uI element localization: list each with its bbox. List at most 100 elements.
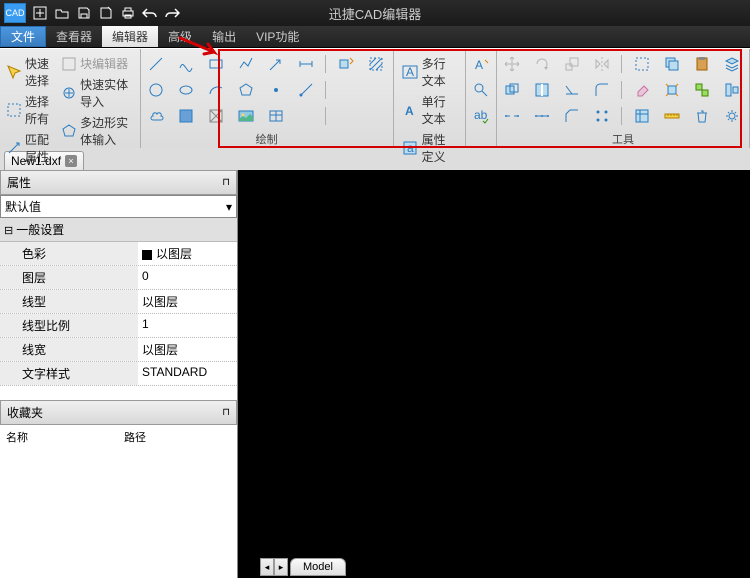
- tool-mirror[interactable]: [591, 53, 613, 75]
- tool-arrow[interactable]: [265, 53, 287, 75]
- cmd-stext[interactable]: A单行文本: [402, 93, 457, 127]
- prop-value[interactable]: 以图层: [138, 338, 237, 361]
- tool-settings[interactable]: [721, 105, 743, 127]
- qat-saveas[interactable]: [95, 3, 117, 23]
- props-header: 属性 ⊓: [0, 170, 237, 195]
- cmd-match-props[interactable]: 匹配属性: [6, 131, 53, 165]
- app-logo[interactable]: CAD: [4, 3, 26, 23]
- fav-col-path[interactable]: 路径: [118, 425, 152, 449]
- pin-icon[interactable]: ⊓: [222, 407, 230, 418]
- tool-block-insert[interactable]: [335, 53, 357, 75]
- tool-trim[interactable]: [531, 79, 553, 101]
- prop-value[interactable]: 0: [138, 266, 237, 289]
- tool-scale[interactable]: [561, 53, 583, 75]
- fav-list: [0, 449, 237, 578]
- tool-offset[interactable]: [501, 79, 523, 101]
- menu-viewer[interactable]: 查看器: [46, 26, 102, 47]
- prop-row[interactable]: 色彩以图层: [0, 242, 237, 266]
- qat-open[interactable]: [51, 3, 73, 23]
- prop-row[interactable]: 文字样式STANDARD: [0, 362, 237, 386]
- tool-copy-clip[interactable]: [661, 53, 683, 75]
- tool-paste-clip[interactable]: [691, 53, 713, 75]
- cmd-attdef[interactable]: a属性定义: [402, 131, 457, 165]
- tool-circle[interactable]: [145, 79, 167, 101]
- tool-revcloud[interactable]: [145, 105, 167, 127]
- panel-caption-draw: 绘制: [141, 131, 393, 149]
- menu-editor[interactable]: 编辑器: [102, 26, 158, 47]
- model-tab[interactable]: Model: [290, 558, 346, 576]
- tool-ray[interactable]: [295, 79, 317, 101]
- tool-rotate[interactable]: [531, 53, 553, 75]
- tool-extend[interactable]: [561, 79, 583, 101]
- tool-polygon[interactable]: [235, 79, 257, 101]
- tool-move[interactable]: [501, 53, 523, 75]
- prop-key: 线型比例: [0, 314, 138, 337]
- qat-new[interactable]: [29, 3, 51, 23]
- section-label: 一般设置: [16, 223, 64, 237]
- qat-print[interactable]: [117, 3, 139, 23]
- tool-join[interactable]: [531, 105, 553, 127]
- pin-icon[interactable]: ⊓: [222, 177, 230, 188]
- tool-explode[interactable]: [661, 79, 683, 101]
- cmd-quick-select[interactable]: 快速选择: [6, 55, 53, 89]
- tool-align[interactable]: [721, 79, 743, 101]
- prop-value[interactable]: 以图层: [138, 290, 237, 313]
- tool-text-style[interactable]: A: [470, 53, 492, 75]
- tool-props[interactable]: [631, 105, 653, 127]
- tool-fillet[interactable]: [591, 79, 613, 101]
- panel-caption-blank: [466, 146, 496, 148]
- tool-array[interactable]: [591, 105, 613, 127]
- tool-spline[interactable]: [175, 53, 197, 75]
- qat-save[interactable]: [73, 3, 95, 23]
- tool-wipeout[interactable]: [205, 105, 227, 127]
- tool-table[interactable]: [265, 105, 287, 127]
- label: 选择所有: [25, 93, 53, 127]
- prop-row[interactable]: 线型比例1: [0, 314, 237, 338]
- tool-region[interactable]: [175, 105, 197, 127]
- tool-chamfer[interactable]: [561, 105, 583, 127]
- tool-line[interactable]: [145, 53, 167, 75]
- menu-file[interactable]: 文件: [0, 26, 46, 47]
- menu-advanced[interactable]: 高级: [158, 26, 202, 47]
- tool-purge[interactable]: [691, 105, 713, 127]
- svg-text:A: A: [475, 58, 483, 72]
- qat-redo[interactable]: [161, 3, 183, 23]
- prop-row[interactable]: 图层0: [0, 266, 237, 290]
- tool-measure[interactable]: [661, 105, 683, 127]
- cmd-mtext[interactable]: A多行文本: [402, 55, 457, 89]
- qat-undo[interactable]: [139, 3, 161, 23]
- label: 块编辑器: [80, 55, 128, 72]
- tab-scroll-right[interactable]: ▸: [274, 558, 288, 576]
- prop-value[interactable]: 以图层: [138, 242, 237, 265]
- fav-col-name[interactable]: 名称: [0, 425, 118, 449]
- prop-row[interactable]: 线型以图层: [0, 290, 237, 314]
- drawing-canvas[interactable]: ◂ ▸ Model: [238, 170, 750, 578]
- tool-polyline[interactable]: [235, 53, 257, 75]
- tool-group[interactable]: [691, 79, 713, 101]
- tool-image[interactable]: [235, 105, 257, 127]
- tool-ellipse[interactable]: [175, 79, 197, 101]
- tool-select-rect[interactable]: [631, 53, 653, 75]
- tool-hatch[interactable]: [365, 53, 387, 75]
- cmd-poly-input[interactable]: 多边形实体输入: [61, 114, 133, 148]
- props-filter-combo[interactable]: 默认值 ▾: [0, 195, 237, 218]
- tool-break[interactable]: [501, 105, 523, 127]
- tool-layer[interactable]: [721, 53, 743, 75]
- tool-spell[interactable]: ab: [470, 105, 492, 127]
- prop-row[interactable]: 线宽以图层: [0, 338, 237, 362]
- menu-output[interactable]: 输出: [202, 26, 246, 47]
- tool-erase[interactable]: [631, 79, 653, 101]
- cmd-select-all[interactable]: 选择所有: [6, 93, 53, 127]
- menu-vip[interactable]: VIP功能: [246, 26, 309, 47]
- tool-arc[interactable]: [205, 79, 227, 101]
- prop-value[interactable]: 1: [138, 314, 237, 337]
- tool-point[interactable]: [265, 79, 287, 101]
- props-section[interactable]: ⊟ 一般设置: [0, 218, 237, 242]
- tool-dimension[interactable]: [295, 53, 317, 75]
- fav-header: 收藏夹 ⊓: [0, 400, 237, 425]
- prop-value[interactable]: STANDARD: [138, 362, 237, 385]
- tool-find[interactable]: [470, 79, 492, 101]
- tool-rect[interactable]: [205, 53, 227, 75]
- cmd-quick-import[interactable]: 快速实体导入: [61, 76, 133, 110]
- tab-scroll-left[interactable]: ◂: [260, 558, 274, 576]
